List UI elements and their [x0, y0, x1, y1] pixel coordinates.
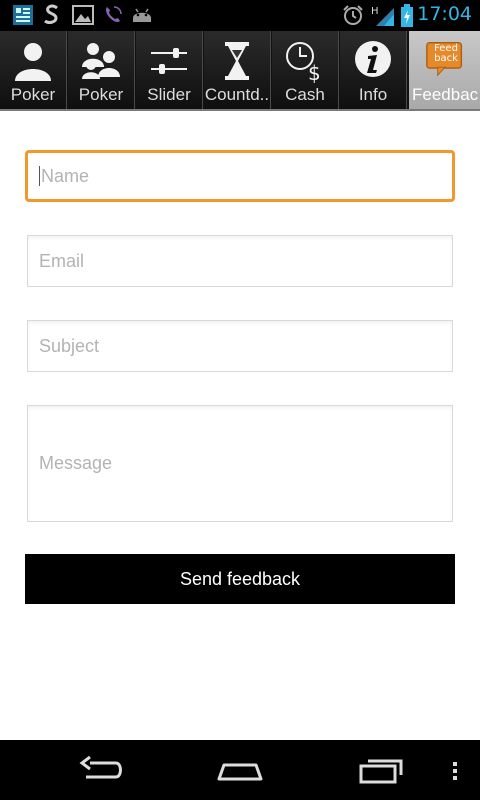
- viber-icon: [106, 6, 122, 22]
- subject-field[interactable]: Subject: [27, 320, 453, 372]
- notification-icon: [13, 5, 33, 25]
- send-feedback-button[interactable]: Send feedback: [25, 554, 455, 604]
- tab-label: Poker: [78, 85, 124, 104]
- tab-label: Cash: [285, 85, 325, 104]
- tab-poker-single[interactable]: Poker: [0, 31, 67, 109]
- swipe-icon: [44, 4, 58, 24]
- alarm-icon: [343, 5, 363, 25]
- svg-text:H: H: [371, 6, 379, 17]
- tab-label: Feedbac: [412, 85, 479, 104]
- text-caret: [39, 166, 40, 186]
- status-bar: H 17:04: [0, 0, 480, 31]
- tab-cash[interactable]: $ Cash: [272, 31, 339, 109]
- tab-slider[interactable]: Slider: [136, 31, 203, 109]
- recent-apps-icon[interactable]: [358, 755, 404, 785]
- hourglass-icon: [225, 42, 249, 80]
- clock-dollar-icon: $: [286, 42, 321, 83]
- message-field[interactable]: Message: [27, 405, 453, 522]
- tab-info[interactable]: Info: [340, 31, 407, 109]
- message-placeholder: Message: [39, 453, 113, 473]
- android-icon: [133, 8, 151, 22]
- tab-feedback[interactable]: Feed back Feedbac: [409, 31, 480, 109]
- multi-user-icon: [82, 43, 120, 79]
- navigation-bar: [0, 740, 480, 800]
- home-icon[interactable]: [216, 755, 264, 785]
- status-clock: 17:04: [417, 3, 472, 25]
- tab-bar: Poker Poker Slider Countd.. $ Cash Info …: [0, 31, 480, 111]
- feedback-icon-text: Feed back: [434, 43, 458, 64]
- svg-text:$: $: [308, 61, 321, 83]
- back-icon[interactable]: [78, 755, 124, 785]
- name-field[interactable]: Name: [25, 150, 455, 202]
- tab-label: Poker: [10, 85, 56, 104]
- email-field[interactable]: Email: [27, 235, 453, 287]
- single-user-icon: [15, 43, 51, 81]
- subject-placeholder: Subject: [39, 335, 100, 356]
- signal-icon: H: [371, 6, 394, 26]
- name-placeholder: Name: [41, 165, 90, 186]
- battery-icon: [401, 4, 413, 27]
- tab-poker-multi[interactable]: Poker: [68, 31, 135, 109]
- tab-label: Slider: [147, 85, 191, 104]
- gallery-icon: [72, 5, 94, 25]
- tab-label: Info: [358, 85, 388, 104]
- menu-overflow-icon[interactable]: [450, 755, 460, 785]
- info-icon: [355, 41, 391, 77]
- sliders-icon: [151, 48, 187, 74]
- tab-countdown[interactable]: Countd..: [204, 31, 271, 109]
- email-placeholder: Email: [39, 250, 85, 271]
- tab-label: Countd..: [204, 85, 270, 104]
